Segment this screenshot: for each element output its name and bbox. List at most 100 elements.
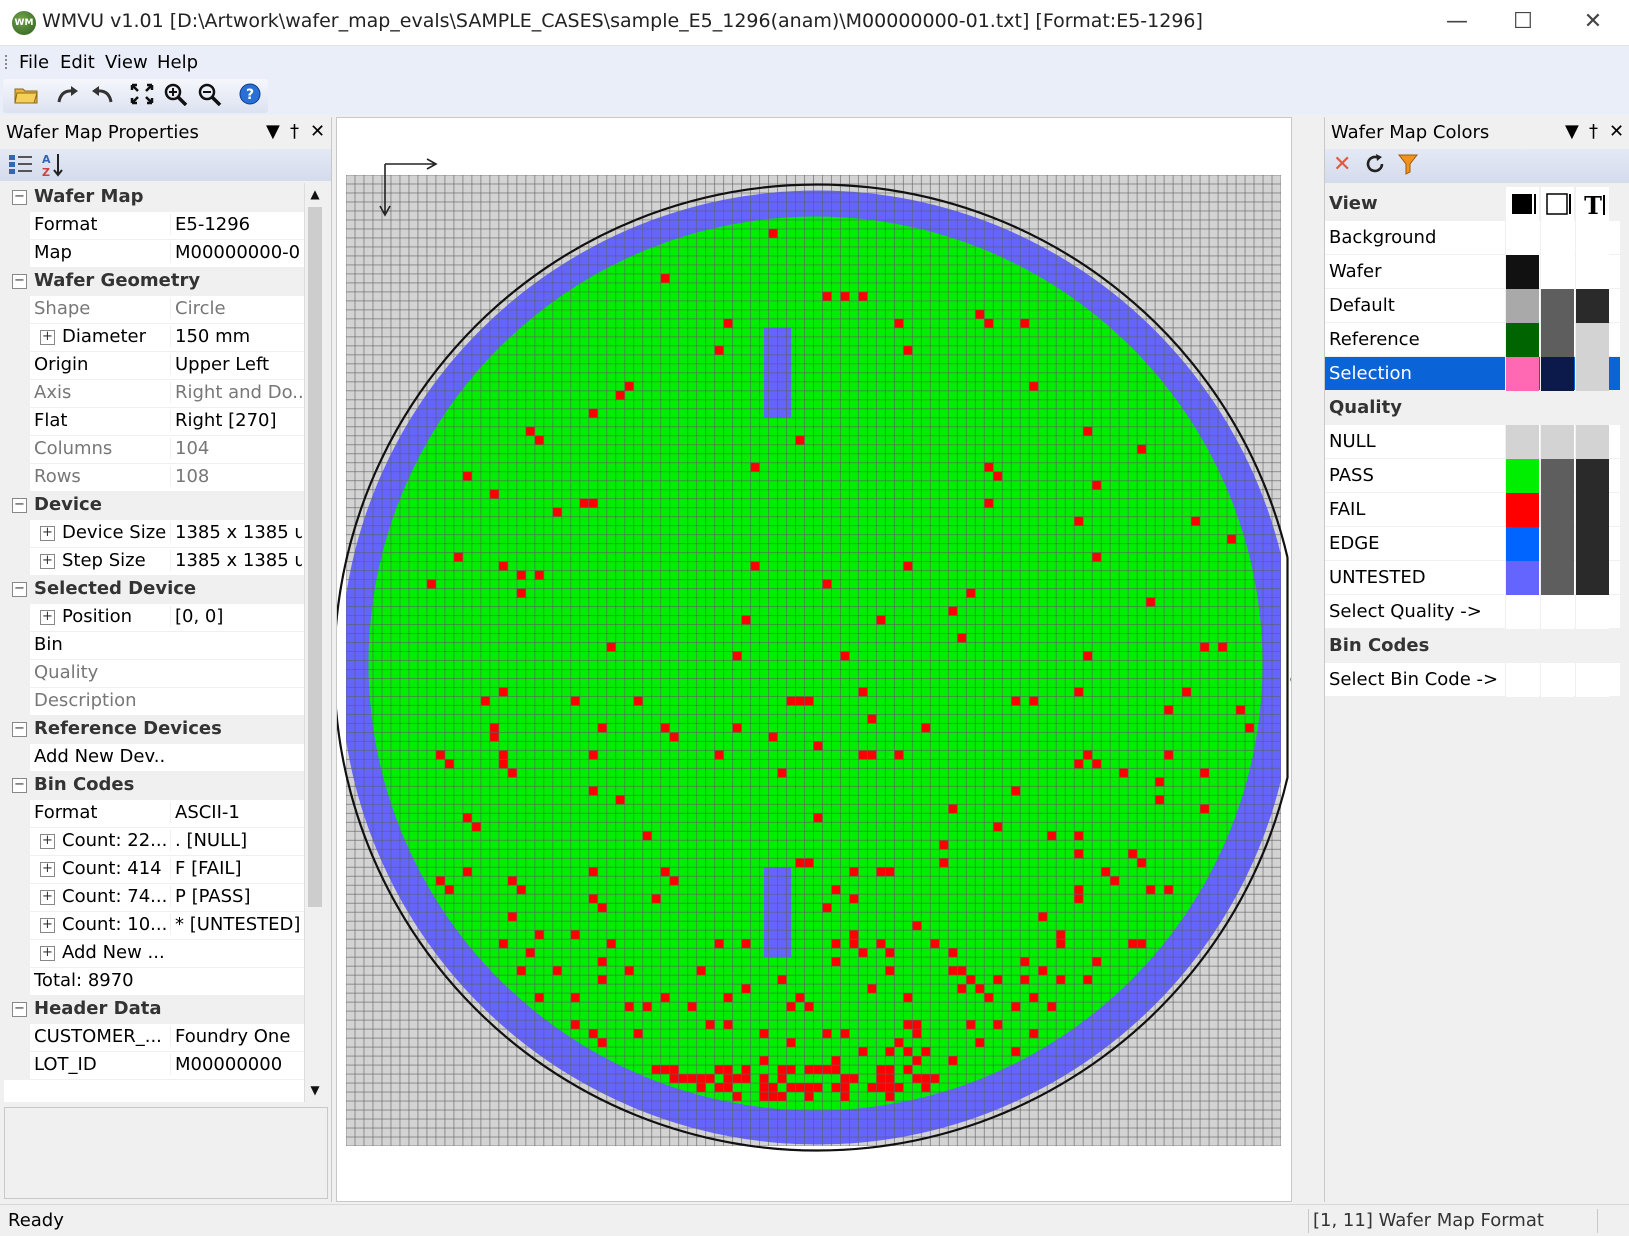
property-value[interactable]: Foundry One — [170, 1026, 302, 1047]
color-swatch[interactable] — [1505, 221, 1539, 255]
categorized-icon[interactable] — [8, 152, 34, 181]
collapse-icon[interactable]: − — [12, 498, 27, 513]
color-swatch[interactable] — [1505, 425, 1539, 459]
property-row[interactable]: Quality — [4, 659, 304, 688]
color-swatch[interactable] — [1575, 493, 1609, 527]
color-row[interactable]: NULL — [1325, 425, 1620, 459]
color-swatch[interactable] — [1575, 289, 1609, 323]
property-row[interactable]: + Count: 74... P [PASS] — [4, 883, 304, 912]
color-swatch[interactable] — [1575, 527, 1609, 561]
zoom-out-icon[interactable] — [195, 82, 225, 110]
property-row[interactable]: + Count: 414 F [FAIL] — [4, 855, 304, 884]
color-swatch[interactable] — [1540, 255, 1574, 289]
property-value[interactable]: Right and Do... — [170, 382, 302, 403]
color-swatch[interactable] — [1505, 459, 1539, 493]
property-row[interactable]: Origin Upper Left — [4, 351, 304, 380]
menu-file[interactable]: File — [19, 52, 49, 73]
dropdown-icon[interactable]: ▼ — [1565, 121, 1579, 142]
expand-icon[interactable]: + — [40, 610, 55, 625]
pin-icon[interactable]: † — [1589, 121, 1598, 142]
expand-icon[interactable]: + — [40, 946, 55, 961]
zoom-in-icon[interactable] — [161, 82, 191, 110]
property-row[interactable]: Flat Right [270] — [4, 407, 304, 436]
color-row[interactable]: Select Quality -> — [1325, 595, 1620, 629]
property-value[interactable]: . [NULL] — [170, 830, 302, 851]
scroll-up-icon[interactable]: ▲ — [308, 187, 322, 201]
color-swatch[interactable] — [1540, 527, 1574, 561]
open-folder-icon[interactable] — [11, 82, 41, 110]
help-icon[interactable]: ? — [235, 82, 265, 110]
property-value[interactable]: E5-1296 — [170, 214, 302, 235]
color-category[interactable]: Bin Codes — [1325, 629, 1620, 663]
expand-icon[interactable]: + — [40, 834, 55, 849]
fit-to-window-icon[interactable] — [127, 82, 157, 110]
color-swatch[interactable] — [1540, 323, 1574, 357]
property-category[interactable]: − Bin Codes — [4, 771, 304, 800]
property-category[interactable]: − Header Data — [4, 995, 304, 1024]
property-row[interactable]: + Count: 10... * [UNTESTED] — [4, 911, 304, 940]
property-value[interactable]: M00000000-01 — [170, 242, 302, 263]
property-value[interactable]: 108 — [170, 466, 302, 487]
color-row[interactable]: PASS — [1325, 459, 1620, 493]
color-swatch[interactable] — [1505, 255, 1539, 289]
menu-help[interactable]: Help — [157, 52, 198, 73]
minimize-button[interactable]: — — [1424, 0, 1490, 46]
property-row[interactable]: + Add New ... — [4, 939, 304, 968]
wafer-map[interactable] — [337, 118, 1291, 1201]
color-swatch[interactable] — [1575, 425, 1609, 459]
property-value[interactable]: Circle — [170, 298, 302, 319]
property-row[interactable]: Total: 8970 — [4, 967, 304, 996]
close-panel-icon[interactable]: ✕ — [310, 121, 325, 142]
property-value[interactable]: M00000000 — [170, 1054, 302, 1075]
color-swatch[interactable] — [1505, 493, 1539, 527]
property-category[interactable]: − Device — [4, 491, 304, 520]
color-row[interactable]: Reference — [1325, 323, 1620, 357]
property-value[interactable]: 1385 x 1385 u... — [170, 550, 302, 571]
color-swatch[interactable] — [1540, 289, 1574, 323]
collapse-icon[interactable]: − — [12, 722, 27, 737]
pin-icon[interactable]: † — [290, 121, 299, 142]
color-swatch[interactable] — [1575, 221, 1609, 255]
property-category[interactable]: − Wafer Map — [4, 183, 304, 212]
close-button[interactable]: ✕ — [1560, 0, 1626, 46]
maximize-button[interactable]: ☐ — [1490, 0, 1556, 46]
filter-icon[interactable] — [1397, 152, 1419, 182]
expand-icon[interactable]: + — [40, 890, 55, 905]
property-category[interactable]: − Wafer Geometry — [4, 267, 304, 296]
color-swatch[interactable] — [1505, 595, 1539, 629]
color-category[interactable]: View T — [1325, 187, 1620, 221]
expand-icon[interactable]: + — [40, 862, 55, 877]
color-row[interactable]: Wafer — [1325, 255, 1620, 289]
property-row[interactable]: Format E5-1296 — [4, 211, 304, 240]
color-swatch[interactable] — [1540, 663, 1574, 697]
expand-icon[interactable]: + — [40, 554, 55, 569]
color-row[interactable]: Default — [1325, 289, 1620, 323]
color-row[interactable]: FAIL — [1325, 493, 1620, 527]
close-panel-icon[interactable]: ✕ — [1609, 121, 1624, 142]
property-row[interactable]: + Count: 22.... [NULL] — [4, 827, 304, 856]
property-row[interactable]: Description — [4, 687, 304, 716]
color-swatch[interactable] — [1540, 459, 1574, 493]
color-row[interactable]: Background — [1325, 221, 1620, 255]
outline-color-icon[interactable] — [1540, 187, 1574, 221]
property-value[interactable]: 150 mm — [170, 326, 302, 347]
property-row[interactable]: + Position [0, 0] — [4, 603, 304, 632]
property-category[interactable]: − Selected Device — [4, 575, 304, 604]
collapse-icon[interactable]: − — [12, 190, 27, 205]
color-swatch[interactable] — [1505, 561, 1539, 595]
menu-edit[interactable]: Edit — [60, 52, 95, 73]
color-swatch[interactable] — [1540, 425, 1574, 459]
property-row[interactable]: + Diameter 150 mm — [4, 323, 304, 352]
property-value[interactable]: Right [270] — [170, 410, 302, 431]
collapse-icon[interactable]: − — [12, 274, 27, 289]
color-swatch[interactable] — [1575, 255, 1609, 289]
property-value[interactable]: F [FAIL] — [170, 858, 302, 879]
color-row[interactable]: UNTESTED — [1325, 561, 1620, 595]
color-swatch[interactable] — [1505, 527, 1539, 561]
property-row[interactable]: Rows 108 — [4, 463, 304, 492]
property-row[interactable]: Shape Circle — [4, 295, 304, 324]
property-value[interactable]: 1385 x 1385 u... — [170, 522, 302, 543]
fill-color-icon[interactable] — [1505, 187, 1539, 221]
color-swatch[interactable] — [1575, 595, 1609, 629]
property-row[interactable]: Axis Right and Do... — [4, 379, 304, 408]
